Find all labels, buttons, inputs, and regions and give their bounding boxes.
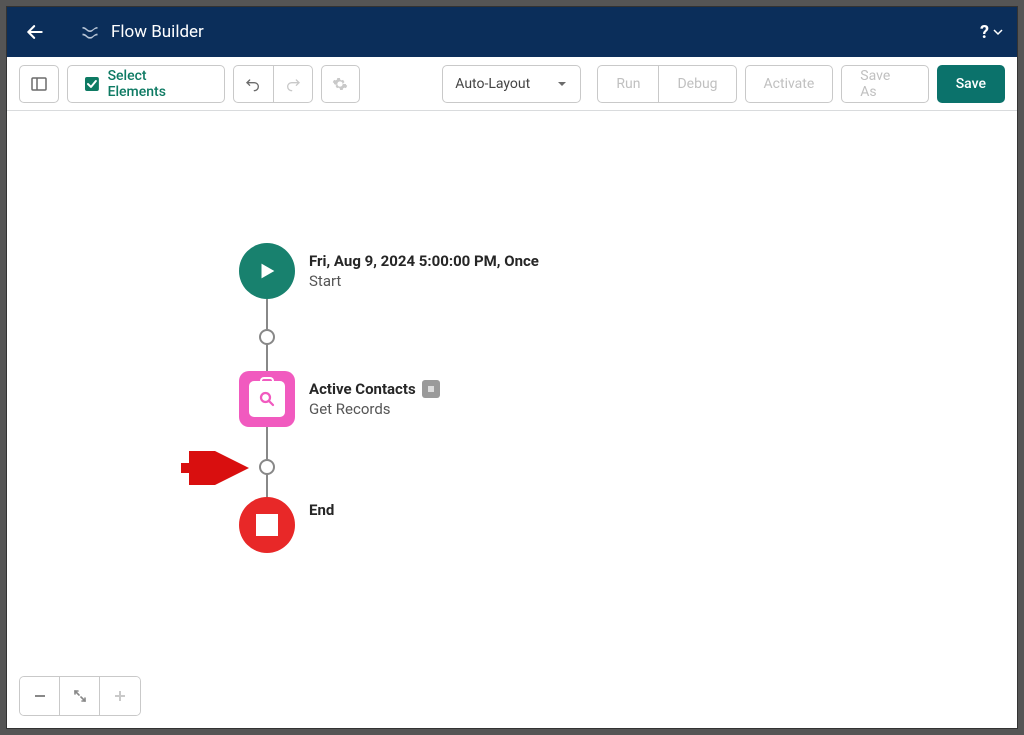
redo-button[interactable] [273,65,313,103]
flow-node-end[interactable]: End [239,497,334,553]
annotation-arrow [177,451,255,489]
layout-mode-select[interactable]: Auto-Layout [442,65,581,103]
flow-canvas[interactable]: Fri, Aug 9, 2024 5:00:00 PM, Once Start … [7,111,1017,728]
chevron-down-icon [993,27,1003,37]
gear-icon [332,76,348,92]
help-menu[interactable]: ? [980,22,1003,43]
record-node-subtitle: Get Records [309,400,440,418]
toggle-panel-button[interactable] [19,65,59,103]
flow-builder-icon [79,21,101,43]
select-elements-label: Select Elements [108,68,208,100]
undo-button[interactable] [233,65,273,103]
debug-button[interactable]: Debug [658,65,736,103]
app-header: Flow Builder ? [7,7,1017,57]
add-element-button[interactable] [259,329,275,345]
back-button[interactable] [21,18,49,46]
start-node-circle [239,243,295,299]
play-icon [256,260,278,282]
settings-button[interactable] [321,65,361,103]
add-element-button[interactable] [259,459,275,475]
save-as-button[interactable]: Save As [841,65,928,103]
start-node-subtitle: Start [309,272,539,290]
checkbox-icon [84,76,100,92]
zoom-out-button[interactable] [20,677,60,715]
flow-node-get-records[interactable]: Active Contacts Get Records [239,371,440,427]
details-icon[interactable] [422,380,440,398]
plus-icon [113,689,127,703]
zoom-controls [19,676,141,716]
record-node-title: Active Contacts [309,380,416,398]
record-node-square [239,371,295,427]
run-debug-group: Run Debug [597,65,736,103]
help-icon: ? [980,22,989,43]
layout-mode-label: Auto-Layout [455,76,530,92]
app-title: Flow Builder [111,22,204,42]
toolbar: Select Elements Auto-Layout Run Debug Ac… [7,57,1017,111]
stop-icon [256,514,278,536]
fit-view-button[interactable] [60,677,100,715]
chevron-down-icon [556,78,568,90]
activate-button[interactable]: Activate [745,65,834,103]
flow-node-start[interactable]: Fri, Aug 9, 2024 5:00:00 PM, Once Start [239,243,539,299]
zoom-in-button[interactable] [100,677,140,715]
undo-redo-group [233,65,313,103]
end-node-title: End [309,501,334,519]
save-button[interactable]: Save [937,65,1005,103]
app-window: Flow Builder ? Select Elements Auto-Layo [6,6,1018,729]
end-node-circle [239,497,295,553]
run-button[interactable]: Run [597,65,658,103]
search-icon [258,390,276,408]
minus-icon [33,689,47,703]
select-elements-button[interactable]: Select Elements [67,65,225,103]
start-node-title: Fri, Aug 9, 2024 5:00:00 PM, Once [309,252,539,270]
fit-icon [73,689,87,703]
